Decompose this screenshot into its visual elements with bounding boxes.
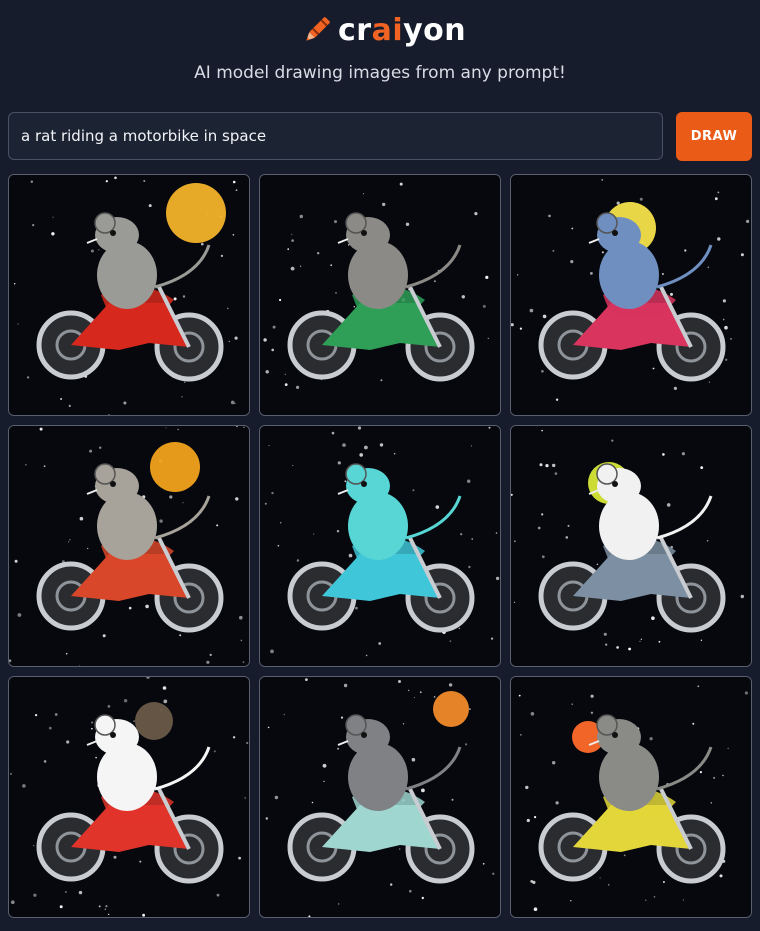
rat-green-motorbike-image <box>260 175 500 415</box>
result-image-1[interactable] <box>8 174 250 416</box>
rat-cyan-motorbike-image <box>260 426 500 666</box>
result-image-6[interactable] <box>510 425 752 667</box>
result-image-2[interactable] <box>259 174 501 416</box>
rat-red-motorbike-image <box>9 175 249 415</box>
brand-ai: ai <box>371 12 404 48</box>
rat-grey-motorbike-image <box>511 426 751 666</box>
header: craiyon AI model drawing images from any… <box>0 0 760 100</box>
rat-pink-motorbike-image <box>511 175 751 415</box>
logo[interactable]: craiyon <box>300 10 466 50</box>
result-image-9[interactable] <box>510 676 752 918</box>
rat-orange-motorbike-image <box>9 426 249 666</box>
tagline: AI model drawing images from any prompt! <box>194 63 566 83</box>
result-image-3[interactable] <box>510 174 752 416</box>
brand-name: craiyon <box>338 13 466 48</box>
rat-yellow-motorbike-image <box>511 677 751 917</box>
rat-silver-motorbike-image <box>260 677 500 917</box>
result-image-4[interactable] <box>8 425 250 667</box>
result-image-7[interactable] <box>8 676 250 918</box>
brand-post: yon <box>403 12 467 48</box>
results-grid <box>8 174 752 918</box>
brand-pre: cr <box>338 12 372 48</box>
prompt-input[interactable] <box>8 112 663 160</box>
result-image-8[interactable] <box>259 676 501 918</box>
draw-button[interactable]: DRAW <box>676 112 752 161</box>
crayon-icon <box>306 17 330 41</box>
rat-white-red-motorbike-image <box>9 677 249 917</box>
result-image-5[interactable] <box>259 425 501 667</box>
